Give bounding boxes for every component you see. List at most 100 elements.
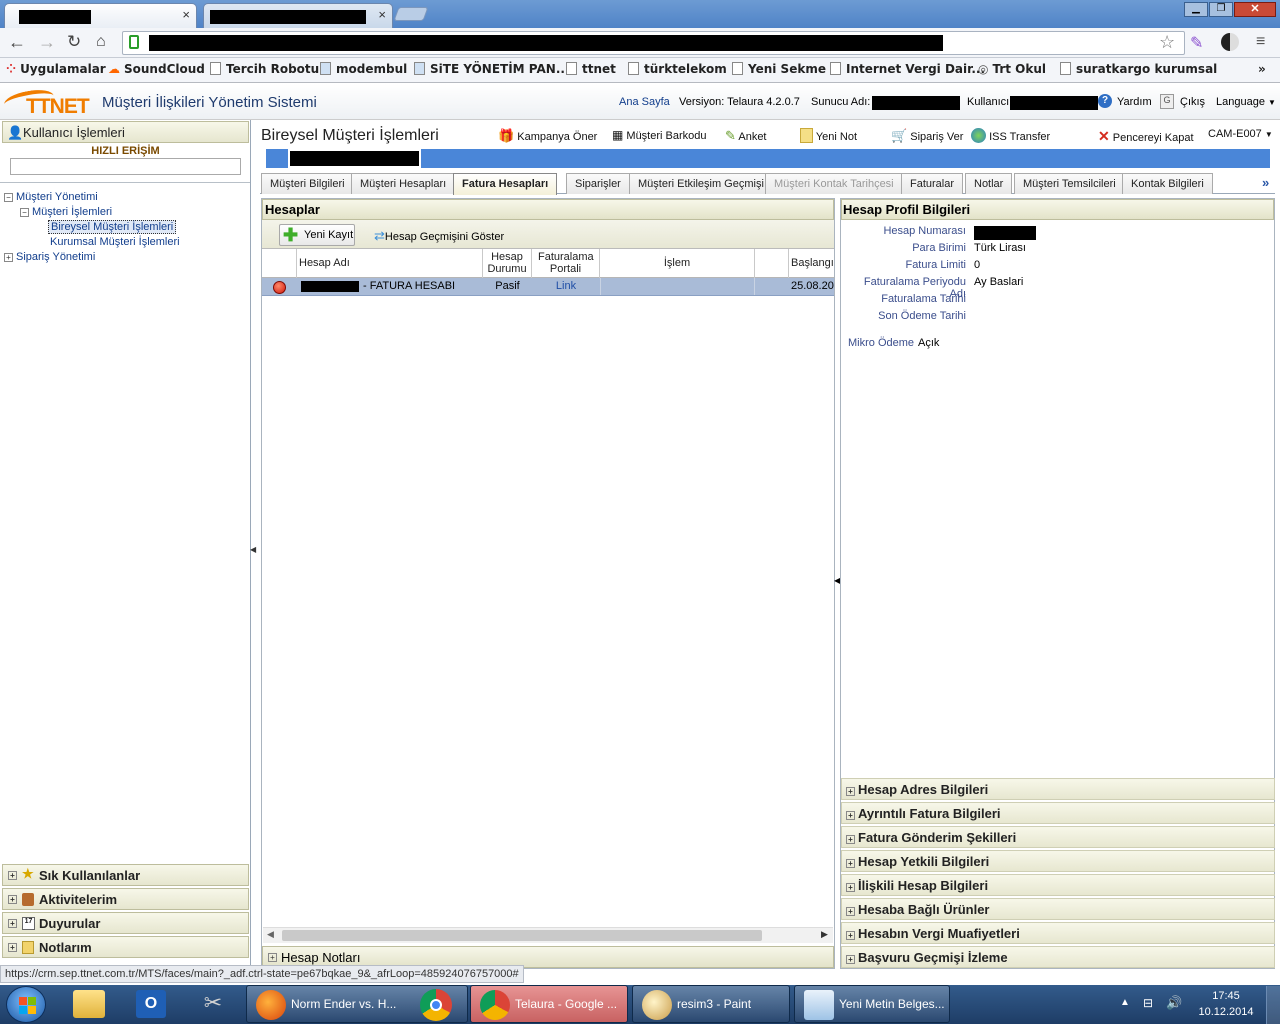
portal-link[interactable]: Link	[532, 280, 600, 292]
iss-transfer-button[interactable]: ISS Transfer	[971, 128, 1050, 143]
clock-date[interactable]: 10.12.2014	[1196, 1006, 1256, 1018]
quick-access-input[interactable]	[10, 158, 241, 175]
chrome-pinned-icon[interactable]	[420, 989, 452, 1021]
section-basvuru[interactable]: + Başvuru Geçmişi İzleme	[841, 946, 1275, 968]
language-menu[interactable]: Language ▼	[1216, 96, 1276, 108]
bookmark-soundcloud[interactable]: ☁ SoundCloud	[108, 62, 205, 76]
help-link[interactable]: Yardım	[1117, 96, 1152, 108]
col-faturalama-portali[interactable]: Faturalama Portali	[532, 249, 600, 278]
new-tab-button[interactable]	[393, 7, 429, 21]
survey-button[interactable]: ✎ Anket	[725, 128, 767, 144]
browser-tab-1[interactable]: ×	[4, 3, 197, 28]
bookmark-suratkargo[interactable]: suratkargo kurumsal	[1060, 62, 1217, 76]
bookmark-turktelekom[interactable]: türktelekom	[628, 62, 727, 76]
col-baslangic[interactable]: Başlangıç	[789, 249, 833, 278]
tab-kontak-tarihcesi[interactable]: Müşteri Kontak Tarihçesi	[765, 173, 903, 194]
logout-icon[interactable]: G	[1160, 94, 1174, 109]
help-icon[interactable]: ?	[1098, 94, 1112, 108]
tab-kontak-bilgileri[interactable]: Kontak Bilgileri	[1122, 173, 1213, 194]
section-ayrintili-fatura[interactable]: + Ayrıntılı Fatura Bilgileri	[841, 802, 1275, 824]
show-history-button[interactable]: ⇄Hesap Geçmişini Göster	[374, 228, 504, 244]
bookmark-star-icon[interactable]: ☆	[1159, 32, 1175, 53]
close-icon[interactable]: ×	[378, 7, 386, 22]
bookmark-tercih[interactable]: Tercih Robotu	[210, 62, 319, 76]
cam-menu[interactable]: CAM-E007 ▼	[1208, 128, 1273, 140]
bookmark-modembul[interactable]: modembul	[320, 62, 407, 76]
restore-button[interactable]: ❐	[1209, 2, 1233, 17]
favorites-header[interactable]: + ★ Sık Kullanılanlar	[2, 864, 249, 886]
scroll-right-icon[interactable]: ▶	[821, 929, 828, 940]
bookmark-site-yonetim[interactable]: SiTE YÖNETİM PAN...	[414, 62, 570, 76]
section-adres[interactable]: + Hesap Adres Bilgileri	[841, 778, 1275, 800]
tab-fatura-hesaplari[interactable]: Fatura Hesapları	[453, 173, 558, 195]
snipping-tool-icon[interactable]: ✂	[198, 990, 228, 1018]
section-gonderim[interactable]: + Fatura Gönderim Şekilleri	[841, 826, 1275, 848]
home-link[interactable]: Ana Sayfa	[619, 96, 670, 108]
col-hesap-durumu[interactable]: Hesap Durumu	[483, 249, 532, 278]
taskbar-paint[interactable]: resim3 - Paint	[632, 985, 790, 1023]
col-hesap-adi[interactable]: Hesap Adı	[297, 249, 483, 278]
tree-item-musteri-islemleri[interactable]: − Müşteri İşlemleri	[20, 206, 112, 218]
section-vergi[interactable]: + Hesabın Vergi Muafiyetleri	[841, 922, 1275, 944]
back-icon[interactable]: ←	[8, 32, 26, 53]
menu-icon[interactable]: ≡	[1256, 33, 1265, 51]
tree-item-kurumsal[interactable]: Kurumsal Müşteri İşlemleri	[50, 236, 180, 248]
tab-musteri-hesaplari[interactable]: Müşteri Hesapları	[351, 173, 456, 194]
tree-item-siparis-yonetimi[interactable]: + Sipariş Yönetimi	[4, 251, 95, 263]
bookmark-trt-okul[interactable]: ◎ Trt Okul	[978, 62, 1046, 76]
horizontal-scrollbar[interactable]: ◀ ▶	[263, 927, 833, 943]
section-urunler[interactable]: + Hesaba Bağlı Ürünler	[841, 898, 1275, 920]
show-desktop-button[interactable]	[1266, 986, 1280, 1024]
scroll-left-icon[interactable]: ◀	[267, 929, 274, 940]
tab-etkilesim-gecmisi[interactable]: Müşteri Etkileşim Geçmişi	[629, 173, 773, 194]
volume-icon[interactable]: 🔊	[1166, 995, 1182, 1011]
network-icon[interactable]: ⊟	[1143, 996, 1153, 1010]
new-record-button[interactable]: ✚ Yeni Kayıt	[279, 224, 355, 246]
feather-extension-icon[interactable]: ✎	[1190, 33, 1203, 53]
contrast-extension-icon[interactable]	[1221, 33, 1239, 51]
address-bar[interactable]: ☆	[122, 31, 1185, 55]
outlook-icon[interactable]: O	[136, 990, 166, 1018]
left-collapse-handle[interactable]: ◀	[250, 545, 256, 559]
bookmark-yeni-sekme[interactable]: Yeni Sekme	[732, 62, 826, 76]
section-yetkili[interactable]: + Hesap Yetkili Bilgileri	[841, 850, 1275, 872]
start-button[interactable]	[6, 986, 46, 1023]
tab-temsilciler[interactable]: Müşteri Temsilcileri	[1014, 173, 1125, 194]
taskbar-notepad[interactable]: Yeni Metin Belges...	[794, 985, 950, 1023]
home-icon[interactable]: ⌂	[96, 33, 106, 51]
bookmarks-more[interactable]: »	[1258, 62, 1266, 76]
tabs-more[interactable]: »	[1262, 175, 1269, 190]
activities-header[interactable]: + Aktivitelerim	[2, 888, 249, 910]
notes-header[interactable]: + Notlarım	[2, 936, 249, 958]
tab-notlar[interactable]: Notlar	[965, 173, 1013, 194]
tab-faturalar[interactable]: Faturalar	[901, 173, 964, 194]
window-close-button[interactable]: ✕	[1234, 2, 1276, 17]
forward-icon[interactable]: →	[38, 32, 56, 53]
tab-musteri-bilgileri[interactable]: Müşteri Bilgileri	[261, 173, 354, 194]
close-window-button[interactable]: ✕ Pencereyi Kapat	[1098, 128, 1194, 145]
scrollbar-thumb[interactable]	[282, 930, 762, 941]
bookmark-vergi[interactable]: Internet Vergi Dair...	[830, 62, 985, 76]
section-iliskili[interactable]: + İlişkili Hesap Bilgileri	[841, 874, 1275, 896]
bookmark-ttnet[interactable]: ttnet	[566, 62, 616, 76]
campaign-button[interactable]: 🎁 Kampanya Öner	[498, 128, 597, 144]
tab-siparisler[interactable]: Siparişler	[566, 173, 630, 194]
order-button[interactable]: 🛒 Sipariş Ver	[891, 128, 963, 144]
col-islem[interactable]: İşlem	[600, 249, 755, 278]
close-icon[interactable]: ×	[182, 7, 190, 22]
logout-link[interactable]: Çıkış	[1180, 96, 1205, 108]
reload-icon[interactable]: ↻	[67, 32, 81, 52]
barcode-button[interactable]: ▦ Müşteri Barkodu	[612, 128, 707, 142]
tree-item-musteri-yonetimi[interactable]: − Müşteri Yönetimi	[4, 191, 98, 203]
explorer-icon[interactable]	[73, 990, 105, 1018]
minimize-button[interactable]: ▁	[1184, 2, 1208, 17]
new-note-button[interactable]: Yeni Not	[800, 128, 857, 143]
clock-time[interactable]: 17:45	[1196, 990, 1256, 1002]
taskbar-chrome-telaura[interactable]: Telaura - Google ...	[470, 985, 628, 1023]
table-row[interactable]: - FATURA HESABI Pasif Link 25.08.20	[262, 278, 834, 296]
tree-item-bireysel[interactable]: Bireysel Müşteri İşlemleri	[48, 220, 177, 234]
announcements-header[interactable]: +17 Duyurular	[2, 912, 249, 934]
browser-tab-2[interactable]: ×	[203, 3, 393, 28]
bookmark-apps[interactable]: ⁘ Uygulamalar	[6, 62, 106, 76]
tray-expand-icon[interactable]: ▲	[1120, 997, 1130, 1008]
